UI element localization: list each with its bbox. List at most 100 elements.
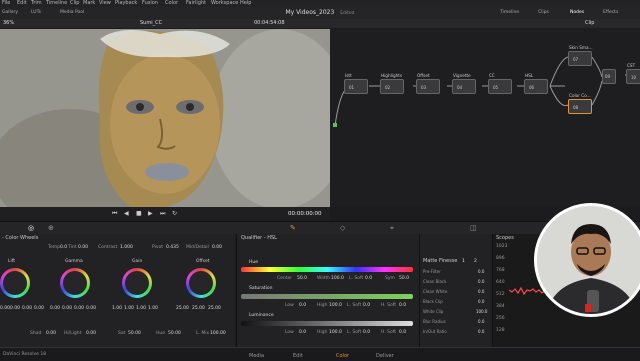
- qualifier-icon[interactable]: ✎: [290, 224, 296, 232]
- node-7[interactable]: Skin Sma... 07: [568, 45, 593, 66]
- hue-soft-value[interactable]: 0.0: [365, 276, 372, 281]
- luminance-slider[interactable]: [241, 321, 413, 326]
- clip-name[interactable]: Sumi_CC: [140, 20, 162, 26]
- menu-trim[interactable]: Trim: [31, 0, 42, 7]
- node-1[interactable]: Istt 01: [344, 73, 368, 94]
- lmix-value[interactable]: 100.00: [210, 331, 226, 336]
- lift-b[interactable]: 0.00: [34, 306, 44, 311]
- menu-edit[interactable]: Edit: [17, 0, 27, 7]
- node-3[interactable]: Offset 03: [416, 73, 440, 94]
- temp-value[interactable]: 0.0: [60, 245, 67, 250]
- rgb-mixer-icon[interactable]: ⊕: [48, 224, 54, 232]
- gain-wheel[interactable]: [122, 268, 152, 298]
- hue-sym-value[interactable]: 50.0: [399, 276, 409, 281]
- lum-hsoft-value[interactable]: 0.0: [399, 330, 406, 335]
- sat-high-value[interactable]: 100.0: [329, 303, 342, 308]
- deliver-page-tab[interactable]: Deliver: [376, 353, 394, 359]
- gain-y[interactable]: 1.00: [112, 306, 122, 311]
- effects-toggle[interactable]: Effects: [603, 9, 618, 17]
- menu-mark[interactable]: Mark: [83, 0, 95, 7]
- saturation-slider[interactable]: [241, 294, 413, 299]
- node-mode-select[interactable]: Clip: [585, 20, 594, 26]
- timeline-toggle[interactable]: Timeline: [500, 9, 519, 17]
- node-10[interactable]: CST 10: [626, 63, 640, 84]
- sat-lsoft-value[interactable]: 0.0: [363, 303, 370, 308]
- gamma-b[interactable]: 0.00: [86, 306, 96, 311]
- color-wheels-icon[interactable]: ◎: [28, 224, 34, 232]
- node-5[interactable]: CC 05: [488, 73, 512, 94]
- sizing-icon[interactable]: ◫: [470, 224, 477, 232]
- node-9[interactable]: 09: [602, 69, 616, 84]
- lift-g[interactable]: 0.00: [22, 306, 32, 311]
- menu-workspace[interactable]: Workspace: [211, 0, 238, 7]
- menu-file[interactable]: File: [2, 0, 10, 7]
- matte-tab-2[interactable]: 2: [474, 259, 477, 264]
- color-page-tab[interactable]: Color: [336, 353, 349, 359]
- gain-g[interactable]: 1.00: [136, 306, 146, 311]
- node-8[interactable]: Color Co... 08: [568, 93, 592, 114]
- lum-low-value[interactable]: 0.0: [299, 330, 306, 335]
- matte-row-value[interactable]: 0.0: [478, 329, 484, 334]
- matte-row-value[interactable]: 0.0: [478, 269, 484, 274]
- contrast-value[interactable]: 1.000: [120, 245, 133, 250]
- menu-fairlight[interactable]: Fairlight: [186, 0, 206, 7]
- node-6[interactable]: HSL 06: [524, 73, 548, 94]
- gamma-y[interactable]: 0.00: [50, 306, 60, 311]
- menu-view[interactable]: View: [99, 0, 111, 7]
- skip-forward-icon[interactable]: ⏭: [160, 210, 165, 218]
- tint-value[interactable]: 0.00: [78, 245, 88, 250]
- viewer-zoom[interactable]: 36%: [3, 20, 14, 26]
- hue-value[interactable]: 50.00: [168, 331, 181, 336]
- loop-icon[interactable]: ↻: [172, 210, 177, 217]
- hilight-value[interactable]: 0.00: [86, 331, 96, 336]
- skip-back-icon[interactable]: ⏮: [112, 210, 117, 218]
- pivot-value[interactable]: 0.435: [166, 245, 179, 250]
- sat-hsoft-value[interactable]: 0.0: [399, 303, 406, 308]
- menu-fusion[interactable]: Fusion: [142, 0, 158, 7]
- middetail-value[interactable]: 0.00: [212, 245, 222, 250]
- window-icon[interactable]: ◇: [340, 224, 345, 232]
- shad-value[interactable]: 0.00: [46, 331, 56, 336]
- edit-page-tab[interactable]: Edit: [293, 353, 303, 359]
- gain-b[interactable]: 1.00: [148, 306, 158, 311]
- sat-value[interactable]: 50.00: [128, 331, 141, 336]
- play-icon[interactable]: ▶: [148, 210, 153, 217]
- lift-y[interactable]: 0.00: [0, 306, 10, 311]
- sat-low-value[interactable]: 0.0: [299, 303, 306, 308]
- tracker-icon[interactable]: ⌖: [390, 224, 394, 233]
- hue-center-value[interactable]: 50.0: [297, 276, 307, 281]
- hue-slider[interactable]: [241, 267, 413, 272]
- matte-row-value[interactable]: 0.0: [478, 319, 484, 324]
- menu-playback[interactable]: Playback: [115, 0, 137, 7]
- lum-lsoft-value[interactable]: 0.0: [363, 330, 370, 335]
- lum-high-value[interactable]: 100.0: [329, 330, 342, 335]
- offset-g[interactable]: 25.00: [192, 306, 205, 311]
- gamma-g[interactable]: 0.00: [74, 306, 84, 311]
- play-reverse-icon[interactable]: ◀: [124, 210, 129, 217]
- gamma-r[interactable]: 0.00: [62, 306, 72, 311]
- video-viewer[interactable]: [0, 29, 330, 207]
- stop-icon[interactable]: ■: [136, 210, 142, 217]
- matte-row-value[interactable]: 100.0: [476, 309, 487, 314]
- offset-wheel[interactable]: [186, 268, 216, 298]
- node-2[interactable]: Highlights 02: [380, 73, 404, 94]
- menu-timeline[interactable]: Timeline: [46, 0, 67, 7]
- node-4[interactable]: Vignette 04: [452, 73, 476, 94]
- hue-width-value[interactable]: 100.0: [331, 276, 344, 281]
- gamma-wheel[interactable]: [60, 268, 90, 298]
- node-editor[interactable]: Istt 01 Highlights 02 Offset 03 Vignette…: [330, 29, 640, 207]
- clips-toggle[interactable]: Clips: [538, 9, 549, 17]
- gain-r[interactable]: 1.00: [124, 306, 134, 311]
- offset-r[interactable]: 25.00: [176, 306, 189, 311]
- matte-tab-1[interactable]: 1: [462, 259, 465, 264]
- nodes-toggle[interactable]: Nodes: [570, 9, 584, 17]
- menu-clip[interactable]: Clip: [70, 0, 79, 7]
- menu-color[interactable]: Color: [165, 0, 178, 7]
- offset-b[interactable]: 25.00: [208, 306, 221, 311]
- matte-row-value[interactable]: 0.0: [478, 299, 484, 304]
- lift-wheel[interactable]: [0, 268, 30, 298]
- lift-r[interactable]: 0.00: [10, 306, 20, 311]
- matte-row-value[interactable]: 0.0: [478, 279, 484, 284]
- menu-help[interactable]: Help: [240, 0, 251, 7]
- matte-row-value[interactable]: 0.0: [478, 289, 484, 294]
